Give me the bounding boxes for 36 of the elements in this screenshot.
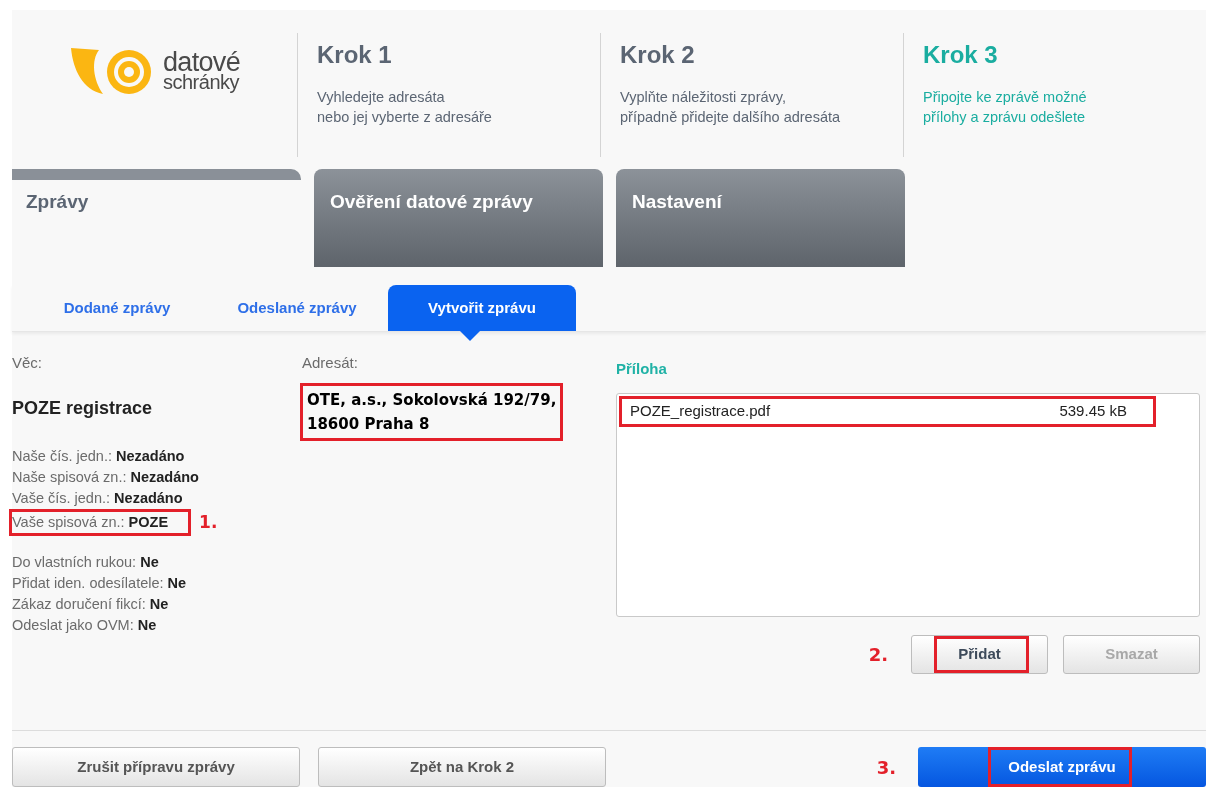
sub-tab[interactable]: Dodané zprávy <box>49 285 185 332</box>
field-text: Do vlastních rukou: Ne <box>12 552 159 572</box>
field-label: Věc: <box>12 353 43 374</box>
sub-tab[interactable]: Vytvořit zprávu <box>388 285 576 332</box>
section-title: Příloha <box>616 359 668 380</box>
subject-text: POZE registrace <box>12 396 154 420</box>
step-description: Připojte ke zprávě možné přílohy a zprávu odešlete <box>923 88 1088 127</box>
logo-text: schránky <box>163 72 240 92</box>
field-text: Odeslat jako OVM: Ne <box>12 615 157 635</box>
field-label: Adresát: <box>302 353 359 374</box>
step-title: Krok 2 <box>620 40 696 70</box>
field-text: Zákaz doručení fikcí: Ne <box>12 594 169 614</box>
step-number: 3. <box>876 755 896 780</box>
step-description: Vyhledejte adresáta nebo jej vyberte z adresáře <box>317 88 493 127</box>
main-tab[interactable]: Ověření datové zprávy <box>314 169 603 268</box>
logo-text: datové <box>163 52 240 72</box>
step-title: Krok 3 <box>923 40 999 70</box>
field-text: Naše čís. jedn.: Nezadáno <box>12 446 185 466</box>
button[interactable]: Odeslat zprávu <box>918 747 1206 787</box>
button[interactable]: Zpět na Krok 2 <box>318 747 606 787</box>
step-title: Krok 1 <box>317 40 393 70</box>
button[interactable]: Zrušit přípravu zprávy <box>12 747 300 787</box>
step-description: Vyplňte náležitosti zprávy, případně přidejte dalšího adresáta <box>620 88 842 127</box>
file-size: 539.45 kB <box>1059 401 1127 422</box>
file-name[interactable]: POZE_registrace.pdf <box>630 400 771 423</box>
main-tab[interactable]: Nastavení <box>616 169 905 268</box>
field-text: Vaše čís. jedn.: Nezadáno <box>12 488 183 508</box>
field-text: Naše spisová zn.: Nezadáno <box>12 467 199 487</box>
sub-tab[interactable]: Odeslané zprávy <box>230 285 364 332</box>
field-text: Vaše spisová zn.: POZE <box>9 508 192 536</box>
step-number: 1. <box>199 510 218 534</box>
field-text: Přidat iden. odesílatele: Ne <box>12 573 187 593</box>
step-number: 2. <box>868 642 888 667</box>
button[interactable]: Přidat <box>911 634 1048 674</box>
recipient-address: OTE, a.s., Sokolovská 192/79, 18600 Praha 8 <box>300 382 564 441</box>
tab-pointer-icon <box>460 331 480 342</box>
